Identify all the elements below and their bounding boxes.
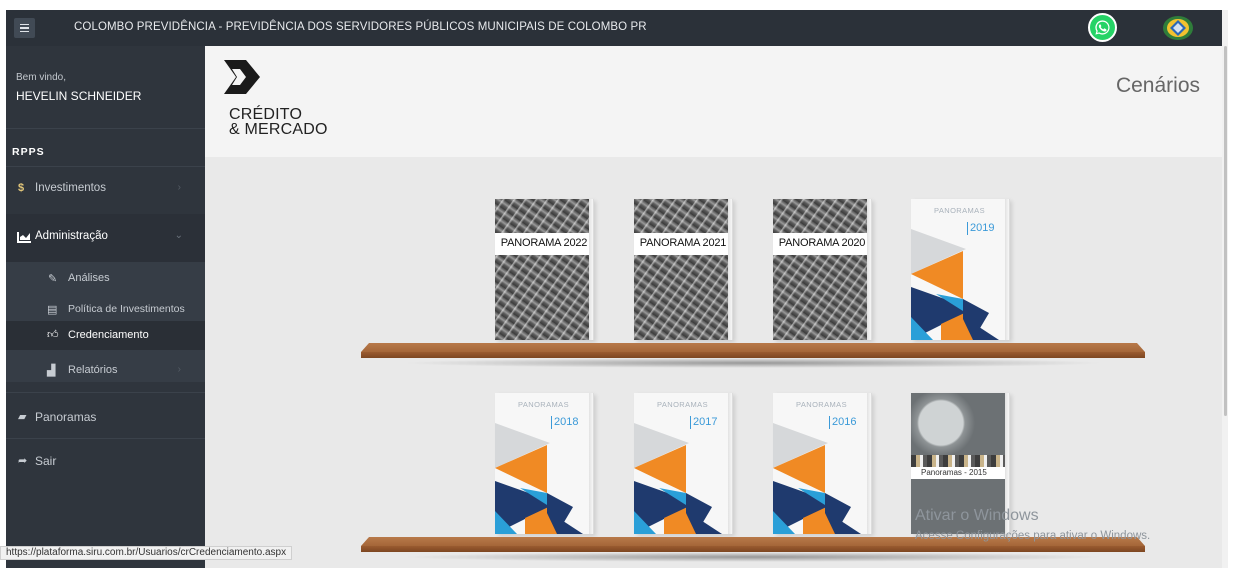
book-panoramas-2017[interactable]: PANORAMAS 2017 (634, 393, 732, 534)
brand-line-2: & MERCADO (229, 121, 328, 138)
cover-photo (773, 199, 871, 340)
sidebar-item-investimentos[interactable]: $ Investimentos › (6, 182, 205, 200)
book-series-label: PANORAMAS (518, 400, 569, 409)
book-year: 2018 (551, 416, 578, 429)
bookshelf-area: PANORAMA 2022 PANORAMA 2021 PANORAMA 202… (205, 157, 1228, 568)
dollar-icon: $ (18, 182, 25, 194)
brand-name: CRÉDITO & MERCADO (229, 107, 328, 138)
book-series-label: PANORAMAS (657, 400, 708, 409)
book-series-label: PANORAMAS (934, 206, 985, 215)
thumbs-up-icon: 👍︎ (47, 329, 59, 341)
book-year: 2017 (690, 416, 717, 429)
sidebar-item-sair[interactable]: ➦ Sair (6, 454, 205, 472)
cover-graphic (911, 229, 999, 340)
windows-activation-title: Ativar o Windows (915, 507, 1039, 524)
book-year: 2016 (829, 416, 856, 429)
sidebar-item-label: Panoramas (35, 410, 97, 424)
globe-image (911, 393, 1009, 455)
cover-graphic (634, 423, 722, 534)
book-panoramas-2016[interactable]: PANORAMAS 2016 (773, 393, 871, 534)
sidebar-item-label: Política de Investimentos (68, 303, 185, 315)
app-title: COLOMBO PREVIDÊNCIA - PREVIDÊNCIA DOS SE… (74, 21, 647, 33)
shelf-shadow (401, 358, 1105, 368)
shelf (361, 343, 1145, 368)
divider (6, 128, 205, 129)
sidebar-item-label: Análises (68, 272, 110, 284)
whatsapp-icon[interactable] (1088, 13, 1117, 42)
windows-activation-subtitle: Acesse Configurações para ativar o Windo… (915, 530, 1151, 542)
book-panoramas-2018[interactable]: PANORAMAS 2018 (495, 393, 593, 534)
chart-icon (17, 232, 31, 243)
cover-photo (634, 199, 732, 340)
sidebar-item-politica[interactable]: ▤ Política de Investimentos (6, 303, 205, 321)
sidebar-item-label: Investimentos (35, 182, 106, 194)
book-series-label: PANORAMAS (796, 400, 847, 409)
book-panoramas-2019[interactable]: PANORAMAS 2019 (911, 199, 1009, 340)
page-header: CRÉDITO & MERCADO Cenários (205, 46, 1228, 157)
section-heading: RPPS (12, 146, 45, 158)
book-panorama-2021[interactable]: PANORAMA 2021 (634, 199, 732, 340)
book-panorama-2022[interactable]: PANORAMA 2022 (495, 199, 593, 340)
top-bar: COLOMBO PREVIDÊNCIA - PREVIDÊNCIA DOS SE… (6, 10, 1228, 46)
sidebar-item-label: Administração (35, 230, 108, 242)
status-bar-url: https://plataforma.siru.com.br/Usuarios/… (0, 546, 293, 560)
photo-strip (911, 455, 1009, 467)
sidebar-item-label: Sair (35, 454, 57, 468)
sidebar-item-label: Credenciamento (68, 329, 149, 341)
menu-icon[interactable] (14, 18, 35, 38)
scrollbar-thumb[interactable] (1224, 46, 1227, 416)
shelf-shadow (401, 552, 1105, 562)
page-title: Cenários (1115, 74, 1200, 97)
sidebar-item-analises[interactable]: ✎ Análises (6, 272, 205, 290)
app-window: COLOMBO PREVIDÊNCIA - PREVIDÊNCIA DOS SE… (6, 10, 1228, 568)
cover-graphic (773, 423, 861, 534)
sidebar-item-panoramas[interactable]: ▰ Panoramas (6, 410, 205, 428)
chart-bar-icon: ▟ (47, 365, 56, 377)
cover-graphic (495, 423, 583, 534)
divider (6, 438, 205, 439)
book-icon: ▰ (18, 411, 27, 423)
divider (6, 392, 205, 393)
sidebar-item-relatorios[interactable]: ▟ Relatórios › (6, 364, 205, 382)
sidebar: Bem vindo, HEVELIN SCHNEIDER RPPS $ Inve… (6, 46, 205, 568)
book-panorama-2020[interactable]: PANORAMA 2020 (773, 199, 871, 340)
book-title: Panoramas - 2015 (921, 468, 987, 477)
cover-photo (495, 199, 593, 340)
sidebar-item-administracao[interactable]: Administração ⌄ (6, 214, 205, 262)
list-icon: ▤ (47, 304, 58, 316)
edit-icon: ✎ (48, 273, 58, 285)
shelf-top (361, 343, 1145, 352)
user-name: HEVELIN SCHNEIDER (16, 89, 142, 103)
credito-mercado-logo (224, 60, 260, 94)
inss-icon[interactable] (1162, 14, 1194, 42)
sidebar-item-credenciamento[interactable]: 👍︎ Credenciamento (6, 321, 205, 350)
sidebar-item-label: Relatórios (68, 364, 118, 376)
welcome-text: Bem vindo, (16, 72, 67, 83)
book-title: PANORAMA 2020 (778, 237, 866, 249)
chevron-right-icon: › (177, 182, 181, 193)
book-year: 2019 (967, 222, 994, 235)
divider (6, 166, 205, 167)
chevron-down-icon: ⌄ (174, 230, 183, 241)
chevron-right-icon: › (177, 364, 181, 375)
share-icon: ➦ (18, 455, 28, 467)
book-title: PANORAMA 2021 (639, 237, 727, 249)
book-title: PANORAMA 2022 (500, 237, 588, 249)
